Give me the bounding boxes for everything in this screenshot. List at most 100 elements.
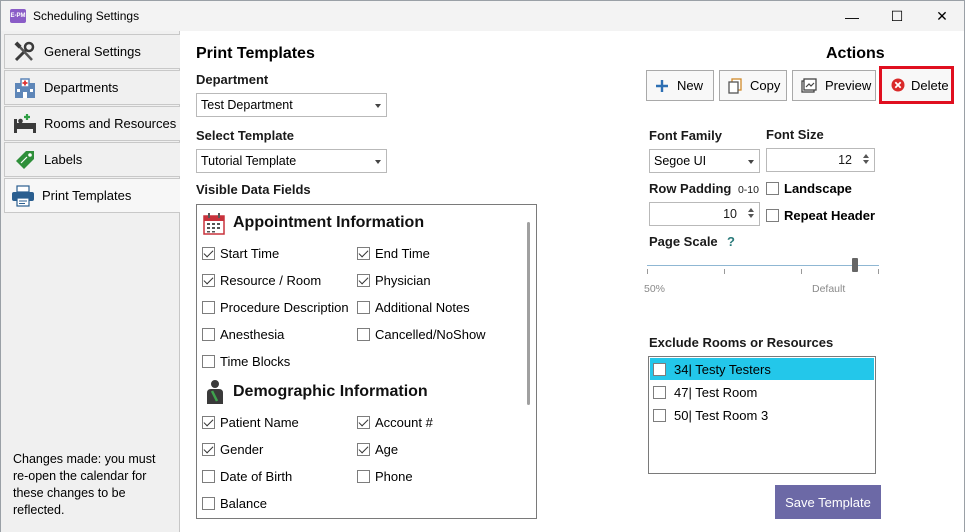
checkbox-label: Phone: [375, 469, 413, 484]
sidebar-item-rooms-and-resources[interactable]: Rooms and Resources: [4, 106, 181, 141]
visible-fields-panel[interactable]: Appointment Information Start Time End T…: [196, 204, 537, 519]
chevron-down-icon: [375, 160, 381, 164]
checkbox-box[interactable]: [202, 497, 215, 510]
preview-button[interactable]: Preview: [792, 70, 876, 101]
font-size-value: 12: [838, 153, 852, 167]
checkbox-label: Age: [375, 442, 399, 457]
fields-scrollbar[interactable]: [527, 222, 530, 405]
row-padding-value: 10: [723, 207, 737, 221]
close-button[interactable]: ✕: [919, 1, 965, 32]
checkbox-box[interactable]: [766, 182, 779, 195]
department-select[interactable]: Test Department: [196, 93, 387, 117]
page-scale-label: Page Scale: [649, 234, 718, 249]
field-cancelled-noshow-checkbox[interactable]: Cancelled/NoShow: [357, 327, 486, 342]
checkbox-box[interactable]: [202, 470, 215, 483]
template-select[interactable]: Tutorial Template: [196, 149, 387, 173]
field-end-time-checkbox[interactable]: End Time: [357, 246, 430, 261]
field-balance-checkbox[interactable]: Balance: [202, 496, 267, 511]
field-date-of-birth-checkbox[interactable]: Date of Birth: [202, 469, 292, 484]
checkbox-box[interactable]: [357, 416, 370, 429]
checkbox-box[interactable]: [357, 247, 370, 260]
list-item[interactable]: 50| Test Room 3: [650, 404, 874, 426]
spinner-arrows-icon[interactable]: [862, 152, 870, 168]
checkbox-label: Physician: [375, 273, 431, 288]
app-icon: E-PM: [10, 9, 26, 23]
minimize-button[interactable]: —: [829, 1, 875, 32]
delete-icon: [891, 78, 905, 92]
checkbox-box[interactable]: [653, 408, 666, 422]
repeat-header-checkbox[interactable]: Repeat Header: [766, 208, 875, 223]
field-physician-checkbox[interactable]: Physician: [357, 273, 431, 288]
list-item[interactable]: 47| Test Room: [650, 381, 874, 403]
checkbox-box[interactable]: [357, 274, 370, 287]
field-time-blocks-checkbox[interactable]: Time Blocks: [202, 354, 290, 369]
new-button-label: New: [677, 78, 704, 93]
checkbox-label: Repeat Header: [784, 208, 876, 223]
maximize-button[interactable]: ☐: [874, 1, 920, 32]
save-template-button[interactable]: Save Template: [775, 485, 881, 519]
copy-button[interactable]: Copy: [719, 70, 787, 101]
font-family-label: Font Family: [649, 128, 722, 143]
new-button[interactable]: New: [646, 70, 714, 101]
exclude-list[interactable]: 34| Testy Testers 47| Test Room 50| Test…: [648, 356, 876, 474]
landscape-checkbox[interactable]: Landscape: [766, 181, 852, 196]
checkbox-label: Resource / Room: [220, 273, 322, 288]
copy-button-label: Copy: [750, 78, 781, 93]
sidebar-item-print-templates[interactable]: Print Templates: [4, 178, 182, 213]
tools-icon: [12, 40, 38, 63]
checkbox-label: Gender: [220, 442, 264, 457]
row-padding-label: Row Padding 0-10: [649, 181, 759, 196]
font-size-stepper[interactable]: 12: [766, 148, 875, 172]
checkbox-box[interactable]: [357, 328, 370, 341]
title-bar: E-PM Scheduling Settings — ☐ ✕: [0, 0, 965, 31]
field-patient-name-checkbox[interactable]: Patient Name: [202, 415, 299, 430]
checkbox-box[interactable]: [653, 362, 666, 376]
checkbox-box[interactable]: [766, 209, 779, 222]
help-icon[interactable]: ?: [727, 234, 735, 249]
page-scale-slider-track[interactable]: [647, 265, 879, 266]
sidebar-item-labels[interactable]: Labels: [4, 142, 181, 177]
sidebar-item-general-settings[interactable]: General Settings: [4, 34, 181, 69]
slider-tick: [878, 269, 879, 274]
sidebar-item-label: Rooms and Resources: [44, 116, 177, 131]
field-procedure-description-checkbox[interactable]: Procedure Description: [202, 300, 349, 315]
list-item[interactable]: 34| Testy Testers: [650, 358, 874, 380]
checkbox-box[interactable]: [202, 416, 215, 429]
visible-fields-label: Visible Data Fields: [196, 182, 311, 197]
field-resource-room-checkbox[interactable]: Resource / Room: [202, 273, 321, 288]
delete-button-label: Delete: [911, 77, 949, 93]
preview-icon: [801, 78, 817, 93]
field-age-checkbox[interactable]: Age: [357, 442, 398, 457]
checkbox-box[interactable]: [357, 443, 370, 456]
page-scale-min-label: 50%: [644, 283, 666, 295]
field-account-number-checkbox[interactable]: Account #: [357, 415, 433, 430]
checkbox-label: Cancelled/NoShow: [375, 327, 486, 342]
chevron-down-icon: [375, 104, 381, 108]
sidebar: General Settings Departments Rooms and R…: [0, 31, 182, 532]
checkbox-box[interactable]: [202, 443, 215, 456]
checkbox-box[interactable]: [202, 301, 215, 314]
field-start-time-checkbox[interactable]: Start Time: [202, 246, 279, 261]
row-padding-stepper[interactable]: 10: [649, 202, 760, 226]
field-gender-checkbox[interactable]: Gender: [202, 442, 263, 457]
checkbox-label: Additional Notes: [375, 300, 470, 315]
demographic-group-title: Demographic Information: [233, 383, 428, 400]
checkbox-box[interactable]: [202, 355, 215, 368]
field-phone-checkbox[interactable]: Phone: [357, 469, 413, 484]
checkbox-box[interactable]: [202, 247, 215, 260]
checkbox-box[interactable]: [357, 470, 370, 483]
list-item-label: 47| Test Room: [674, 384, 758, 400]
field-additional-notes-checkbox[interactable]: Additional Notes: [357, 300, 470, 315]
field-anesthesia-checkbox[interactable]: Anesthesia: [202, 327, 284, 342]
department-label: Department: [196, 72, 269, 87]
checkbox-box[interactable]: [202, 328, 215, 341]
spinner-arrows-icon[interactable]: [747, 206, 755, 222]
page-scale-slider-thumb[interactable]: [852, 258, 858, 272]
sidebar-item-departments[interactable]: Departments: [4, 70, 181, 105]
delete-button[interactable]: Delete: [879, 66, 954, 104]
checkbox-box[interactable]: [202, 274, 215, 287]
slider-tick: [647, 269, 648, 274]
font-family-select[interactable]: Segoe UI: [649, 149, 760, 173]
checkbox-box[interactable]: [653, 385, 666, 399]
checkbox-box[interactable]: [357, 301, 370, 314]
